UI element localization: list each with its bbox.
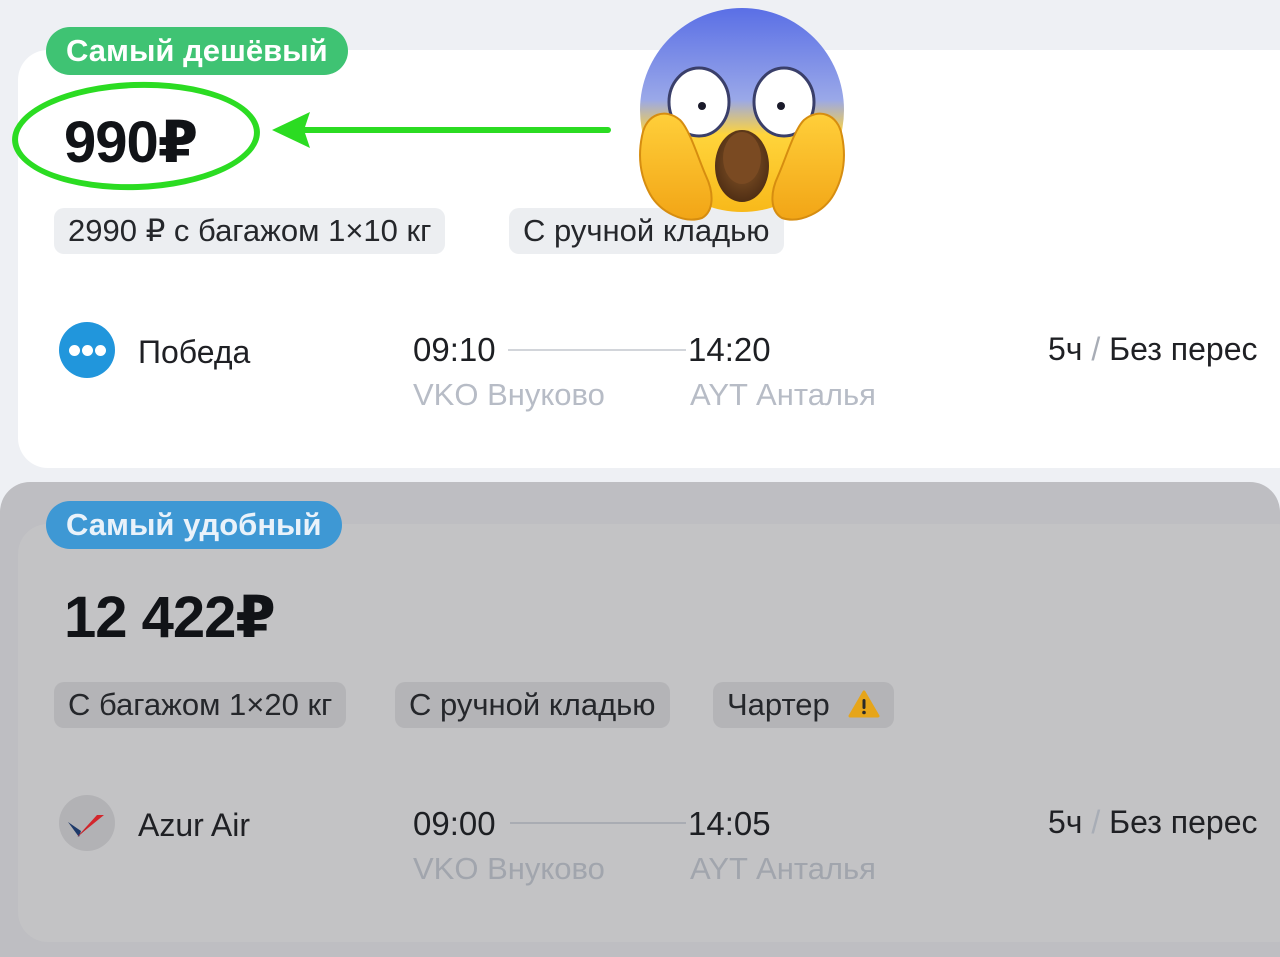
chip-baggage-option: 2990 ₽ с багажом 1×10 кг — [54, 208, 446, 254]
arrival-time: 14:05 — [688, 805, 771, 842]
price-comfortable: 12 422₽ — [64, 585, 276, 650]
stops-info: Без перес — [1109, 804, 1258, 840]
duration-value: 5ч — [1048, 804, 1083, 840]
chip-charter: Чартер — [713, 682, 895, 728]
duration-value: 5ч — [1048, 331, 1083, 367]
departure-time: 09:00 — [413, 805, 496, 842]
warning-icon — [848, 690, 880, 718]
stops-info: Без перес — [1109, 331, 1258, 367]
airline-name: Azur Air — [138, 807, 251, 843]
route-line — [508, 349, 686, 351]
departure-airport: VKO Внуково — [413, 851, 605, 886]
arrival-airport: AYT Анталья — [690, 377, 876, 412]
badge-comfortable: Самый удобный — [46, 501, 342, 549]
separator: / — [1091, 804, 1101, 840]
flight-duration: 5ч / Без перес — [1048, 804, 1258, 841]
arrival-airport: AYT Анталья — [690, 851, 876, 886]
departure-time: 09:10 — [413, 331, 496, 368]
badge-cheapest: Самый дешёвый — [46, 27, 348, 75]
green-arrow-icon — [272, 112, 611, 148]
screaming-face-emoji-icon — [639, 8, 845, 221]
route-line — [510, 822, 686, 824]
chip-baggage: С багажом 1×20 кг — [54, 682, 347, 728]
flight-duration: 5ч / Без перес — [1048, 331, 1258, 368]
chip-charter-label: Чартер — [727, 687, 830, 722]
separator: / — [1091, 331, 1101, 367]
departure-airport: VKO Внуково — [413, 377, 605, 412]
chip-hand-luggage: С ручной кладью — [395, 682, 670, 728]
pobeda-logo-icon — [59, 322, 115, 378]
arrival-time: 14:20 — [688, 331, 771, 368]
airline-name: Победа — [138, 334, 251, 370]
azur-air-logo-icon — [59, 795, 115, 851]
